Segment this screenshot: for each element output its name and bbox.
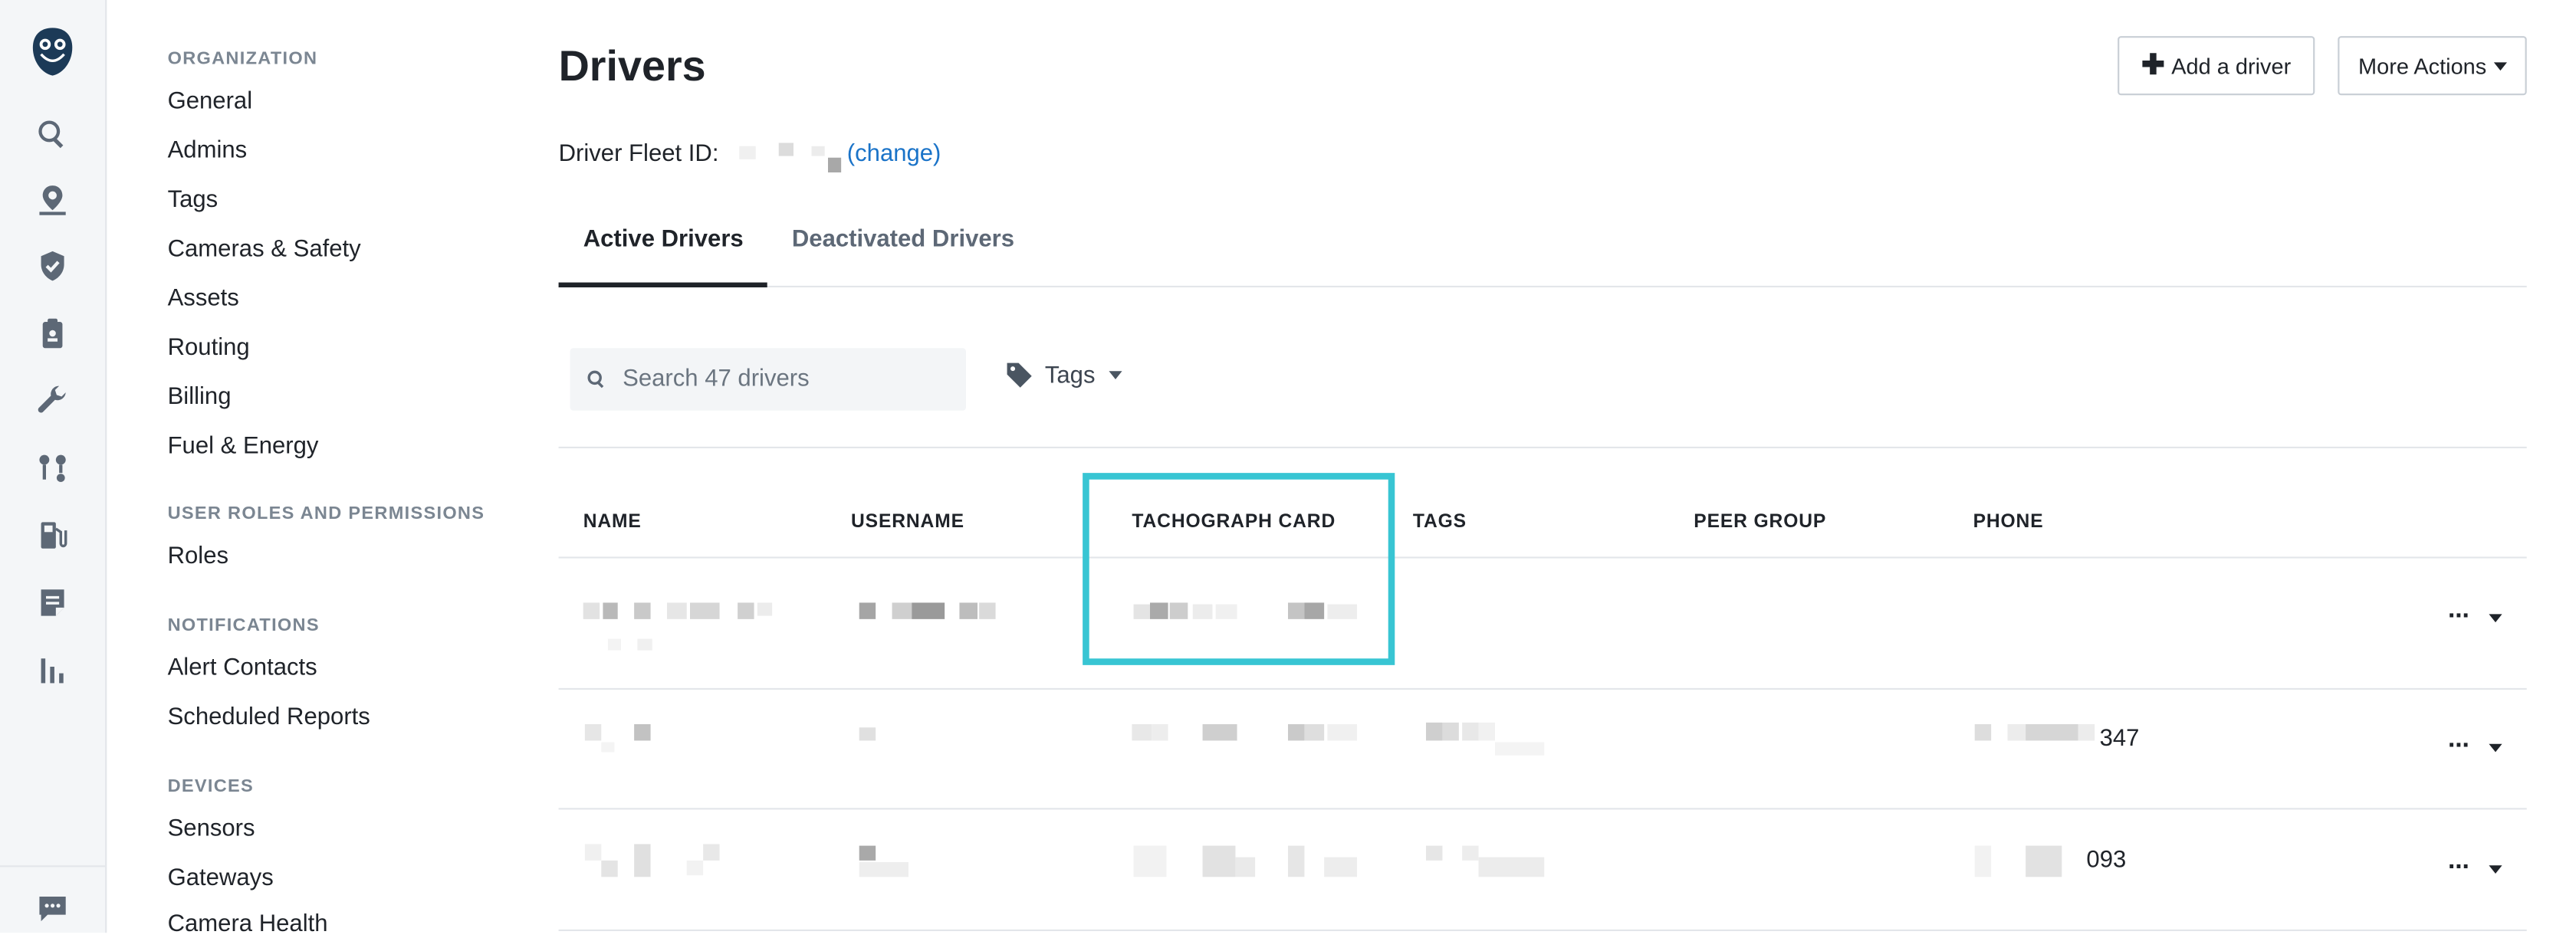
nav-item-routing[interactable]: Routing [168, 335, 250, 361]
nav-item-cameras-safety[interactable]: Cameras & Safety [168, 237, 361, 263]
header-divider [558, 556, 2527, 559]
nav-item-tags[interactable]: Tags [168, 187, 219, 213]
phone-suffix: 347 [2099, 726, 2140, 753]
filter-divider [558, 446, 2527, 448]
owl-logo-icon[interactable] [31, 26, 74, 77]
nav-section-user-roles: USER ROLES AND PERMISSIONS [167, 503, 485, 524]
redacted-fleet-id [725, 143, 841, 173]
more-actions-label: More Actions [2358, 53, 2487, 78]
tags-filter-dropdown[interactable]: Tags [1005, 361, 1122, 389]
nav-item-alert-contacts[interactable]: Alert Contacts [168, 655, 317, 681]
rail-divider [0, 865, 106, 867]
chevron-down-icon[interactable] [2489, 864, 2502, 873]
shield-icon[interactable] [33, 246, 72, 285]
column-header-tags[interactable]: TAGS [1413, 513, 1467, 533]
row-divider [558, 687, 2527, 690]
add-driver-button[interactable]: ✚ Add a driver [2118, 36, 2315, 96]
active-tab-indicator [558, 282, 767, 287]
nav-item-roles[interactable]: Roles [168, 543, 228, 569]
more-options-icon[interactable]: ··· [2448, 733, 2471, 759]
nav-item-camera-health[interactable]: Camera Health [168, 911, 328, 937]
page-title: Drivers [558, 41, 706, 90]
search-box[interactable] [570, 348, 966, 411]
nav-item-general[interactable]: General [168, 89, 253, 115]
change-fleet-id-link[interactable]: (change) [847, 141, 941, 167]
more-actions-button[interactable]: More Actions [2338, 36, 2527, 96]
nav-section-devices: DEVICES [167, 776, 255, 797]
tag-icon [1007, 362, 1032, 388]
more-options-icon[interactable]: ··· [2448, 854, 2471, 881]
phone-suffix: 093 [2086, 847, 2127, 874]
nav-item-admins[interactable]: Admins [168, 138, 248, 164]
row-divider [558, 929, 2527, 931]
nav-item-fuel-energy[interactable]: Fuel & Energy [168, 434, 319, 460]
column-header-phone[interactable]: PHONE [1973, 513, 2044, 533]
nav-section-organization: ORGANIZATION [167, 49, 318, 69]
nav-item-scheduled-reports[interactable]: Scheduled Reports [168, 704, 370, 730]
chevron-down-icon[interactable] [2489, 743, 2502, 752]
nav-section-notifications: NOTIFICATIONS [167, 615, 320, 636]
search-icon [587, 370, 604, 389]
clipboard-icon[interactable] [33, 313, 72, 353]
add-driver-label: Add a driver [2171, 53, 2292, 78]
tab-deactivated-drivers[interactable]: Deactivated Drivers [792, 227, 1014, 253]
map-pin-icon[interactable] [33, 181, 72, 220]
driver-fleet-id: Driver Fleet ID: (change) [558, 141, 941, 173]
chat-icon[interactable] [33, 888, 72, 927]
row-actions[interactable]: ··· [2448, 604, 2502, 630]
column-header-name[interactable]: NAME [583, 513, 642, 533]
row-actions[interactable]: ··· [2448, 854, 2502, 881]
search-input[interactable] [619, 364, 938, 395]
tabs-divider [558, 285, 2527, 287]
nav-item-sensors[interactable]: Sensors [168, 816, 255, 842]
tab-active-drivers[interactable]: Active Drivers [583, 227, 744, 253]
route-icon[interactable] [33, 448, 72, 487]
search-icon[interactable] [33, 115, 72, 154]
tachograph-column-highlight [1083, 473, 1395, 665]
chevron-down-icon [1108, 371, 1122, 379]
chevron-down-icon[interactable] [2489, 613, 2502, 622]
column-header-peer-group[interactable]: PEER GROUP [1694, 513, 1826, 533]
chevron-down-icon [2492, 61, 2506, 71]
nav-item-gateways[interactable]: Gateways [168, 865, 274, 891]
row-divider [558, 808, 2527, 810]
fuel-icon[interactable] [33, 516, 72, 555]
row-actions[interactable]: ··· [2448, 733, 2502, 759]
document-icon[interactable] [33, 583, 72, 622]
plus-icon: ✚ [2141, 49, 2165, 80]
nav-item-assets[interactable]: Assets [168, 286, 239, 312]
wrench-icon[interactable] [33, 381, 72, 420]
icon-rail [0, 0, 107, 933]
column-header-username[interactable]: USERNAME [851, 513, 964, 533]
nav-item-billing[interactable]: Billing [168, 384, 232, 410]
fleet-id-label: Driver Fleet ID: [558, 141, 719, 168]
more-options-icon[interactable]: ··· [2448, 604, 2471, 630]
bar-chart-icon[interactable] [33, 651, 72, 690]
tags-filter-label: Tags [1044, 362, 1096, 389]
